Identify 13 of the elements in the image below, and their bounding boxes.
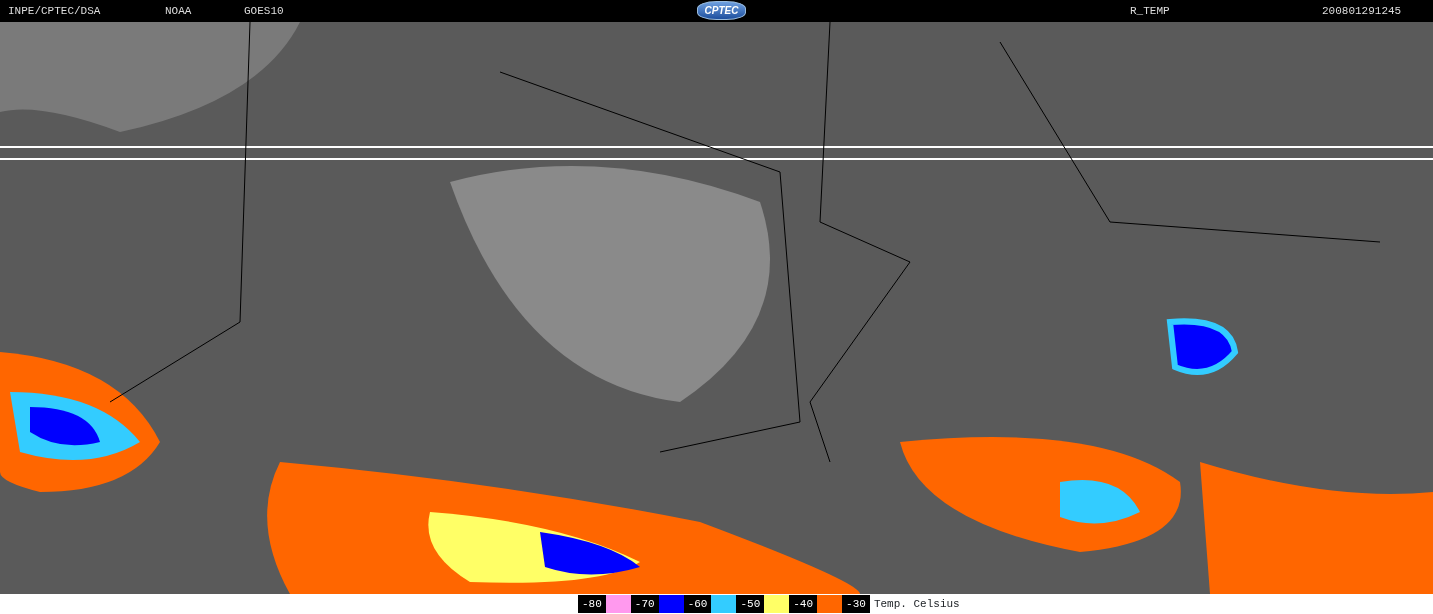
source-label: GOES10 [244, 3, 284, 19]
legend-label: -30 [842, 595, 870, 613]
source-label: NOAA [165, 3, 192, 19]
source-label: INPE/CPTEC/DSA [8, 3, 101, 19]
legend-label: -60 [683, 595, 712, 613]
timestamp: 200801291245 [1322, 3, 1402, 19]
logo: CPTEC [697, 1, 746, 20]
legend-label: -40 [789, 595, 818, 613]
legend-label: -50 [736, 595, 765, 613]
legend-label: -80 [578, 595, 606, 613]
legend-label: -70 [630, 595, 659, 613]
legend-unit: Temp. Celsius [873, 596, 960, 612]
product-label: R_TEMP [1130, 3, 1170, 19]
